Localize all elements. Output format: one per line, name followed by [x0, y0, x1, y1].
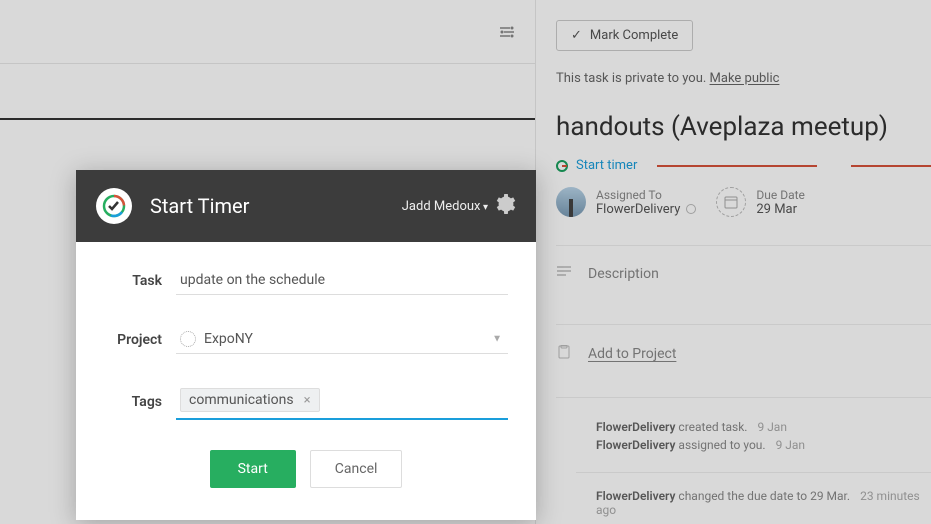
activity-entry: FlowerDelivery assigned to you.9 Jan [556, 436, 931, 454]
activity-entry: FlowerDelivery changed the due date to 2… [556, 487, 931, 519]
description-icon [556, 266, 572, 282]
tag-label: communications [189, 392, 294, 408]
tags-field-label: Tags [104, 394, 176, 410]
filter-icon[interactable] [499, 24, 515, 44]
description-label: Description [588, 266, 659, 282]
add-to-project-section[interactable]: Add to Project [556, 324, 931, 377]
assigned-to[interactable]: Assigned To FlowerDelivery [556, 187, 696, 217]
tags-field-row: Tags communications × [104, 384, 508, 420]
clipboard-icon [556, 345, 572, 363]
check-icon: ✓ [571, 28, 582, 43]
project-field-row: Project ExpoNY ▼ [104, 325, 508, 354]
assigned-value: FlowerDelivery [596, 202, 680, 217]
main-header [0, 0, 535, 64]
description-section[interactable]: Description [556, 245, 931, 296]
activity-log: FlowerDelivery created task.9 Jan Flower… [556, 397, 931, 519]
accent-line [657, 165, 817, 167]
assigned-label: Assigned To [596, 188, 696, 202]
modal-header: Start Timer Jadd Medoux [76, 170, 536, 242]
activity-entry: FlowerDelivery created task.9 Jan [556, 418, 931, 436]
cancel-button[interactable]: Cancel [310, 450, 403, 488]
tags-input[interactable]: communications × [176, 384, 508, 420]
start-button[interactable]: Start [210, 450, 296, 488]
tag-remove-icon[interactable]: × [304, 393, 311, 408]
timer-row: Start timer [556, 158, 931, 173]
calendar-icon [716, 187, 746, 217]
project-icon [180, 331, 196, 347]
start-timer-modal: Start Timer Jadd Medoux Task update on t… [76, 170, 536, 520]
app-logo-icon [96, 188, 132, 224]
user-dropdown[interactable]: Jadd Medoux [402, 199, 488, 214]
activity-separator [576, 472, 931, 473]
task-title: handouts (Aveplaza meetup) [556, 112, 931, 142]
assignee-avatar [556, 187, 586, 217]
make-public-link[interactable]: Make public [710, 71, 780, 86]
start-timer-link[interactable]: Start timer [576, 158, 637, 173]
due-value: 29 Mar [756, 202, 805, 217]
modal-title: Start Timer [150, 194, 402, 218]
tag-chip: communications × [180, 388, 320, 412]
project-select[interactable]: ExpoNY ▼ [176, 325, 508, 354]
privacy-text: This task is private to you. [556, 71, 710, 86]
mark-complete-label: Mark Complete [590, 28, 678, 43]
project-field-label: Project [104, 332, 176, 348]
status-indicator [686, 204, 696, 214]
due-label: Due Date [756, 188, 805, 202]
modal-actions: Start Cancel [104, 450, 508, 488]
content-divider [0, 118, 535, 120]
accent-line [851, 165, 931, 167]
settings-gear-icon[interactable] [496, 194, 516, 219]
modal-body: Task update on the schedule Project Expo… [76, 242, 536, 520]
add-to-project-link[interactable]: Add to Project [588, 346, 676, 362]
due-date[interactable]: Due Date 29 Mar [716, 187, 805, 217]
chevron-down-icon: ▼ [492, 334, 502, 345]
task-meta-row: Assigned To FlowerDelivery Due Date 29 M… [556, 187, 931, 217]
privacy-notice: This task is private to you. Make public [556, 71, 931, 86]
task-field-label: Task [104, 273, 176, 289]
task-field-row: Task update on the schedule [104, 266, 508, 295]
task-input[interactable]: update on the schedule [176, 266, 508, 295]
timer-icon [556, 160, 568, 172]
mark-complete-button[interactable]: ✓ Mark Complete [556, 20, 693, 51]
task-detail-panel: ✓ Mark Complete This task is private to … [535, 0, 931, 524]
